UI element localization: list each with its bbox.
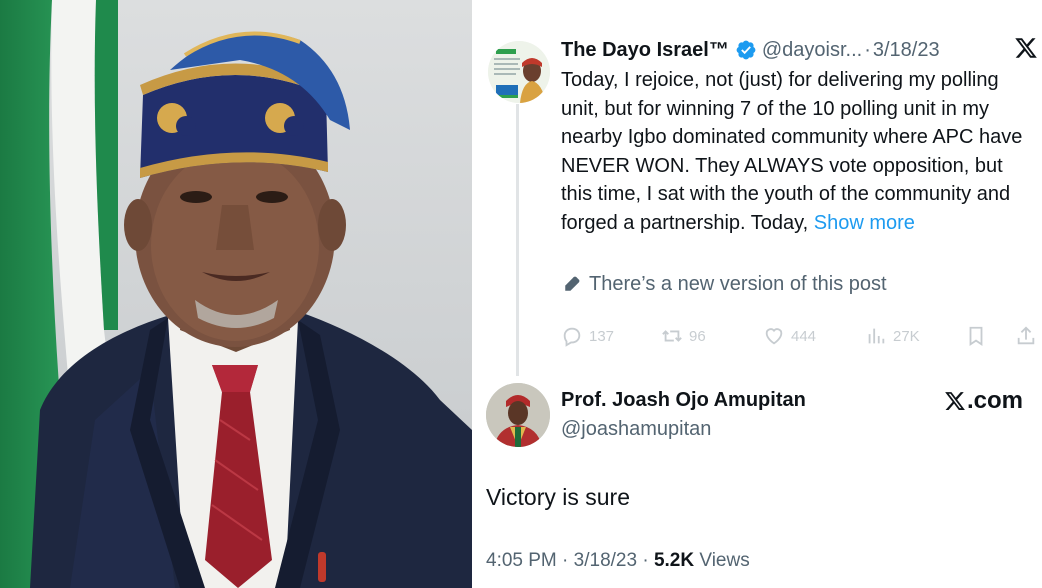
portrait-photo [0, 0, 472, 588]
repost-icon [662, 330, 682, 342]
x-com-brand: .com [944, 386, 1023, 416]
bookmark-button[interactable] [965, 322, 993, 350]
share-icon [1017, 326, 1035, 345]
x-logo-icon [945, 392, 965, 410]
person-figure [30, 31, 472, 588]
profile-avatar-icon [488, 41, 550, 103]
analytics-icon [868, 328, 885, 344]
joash-amupitan-avatar[interactable] [486, 383, 550, 447]
show-more-link[interactable]: Show more [814, 212, 915, 234]
tweet-action-bar: 137 96 444 27K [561, 322, 1041, 350]
thread-connector-line [516, 104, 519, 376]
meta-separator: · [562, 550, 569, 571]
reply-author-handle[interactable]: @joashamupitan [561, 418, 711, 441]
reply-icon [563, 327, 581, 347]
reply-text: Victory is sure [486, 484, 631, 510]
repost-button[interactable]: 96 [661, 322, 706, 350]
dayo-israel-avatar[interactable] [488, 41, 550, 103]
tweet-panel: The Dayo Israel™ @dayoisr... · 3/18/23 T… [472, 0, 1042, 588]
meta-separator: · [642, 550, 649, 571]
heart-icon [765, 328, 783, 345]
like-button[interactable]: 444 [763, 322, 816, 350]
reply-views-label: Views [699, 550, 750, 571]
new-version-text: There’s a new version of this post [589, 272, 887, 295]
pencil-icon [565, 276, 580, 291]
repost-count: 96 [689, 327, 706, 345]
author-handle[interactable]: @dayoisr... [762, 39, 862, 62]
tweet-text: Today, I rejoice, not (just) for deliver… [561, 69, 1023, 234]
verified-badge-icon [736, 40, 756, 60]
x-logo-icon[interactable] [1014, 36, 1038, 60]
author-name[interactable]: The Dayo Israel™ [561, 39, 729, 62]
bookmark-icon [969, 326, 983, 346]
header-separator: · [864, 38, 871, 61]
reply-count: 137 [589, 327, 615, 345]
reply-meta: 4:05 PM · 3/18/23 · 5.2K Views [486, 550, 750, 572]
reply-button[interactable]: 137 [561, 322, 614, 350]
reply-views-count: 5.2K [653, 550, 695, 571]
reply-author-name[interactable]: Prof. Joash Ojo Amupitan [561, 389, 806, 412]
profile-avatar-icon [486, 383, 550, 447]
reply-date[interactable]: 3/18/23 [574, 550, 637, 571]
new-version-notice[interactable]: There’s a new version of this post [563, 270, 887, 298]
x-com-suffix: .com [967, 387, 1024, 414]
reply-time[interactable]: 4:05 PM [486, 550, 557, 571]
share-button[interactable] [1015, 322, 1042, 350]
tweet-header: The Dayo Israel™ @dayoisr... · 3/18/23 [561, 35, 940, 65]
view-count: 27K [893, 327, 920, 345]
views-button[interactable]: 27K [865, 322, 920, 350]
like-count: 444 [791, 327, 817, 345]
tweet-body: Today, I rejoice, not (just) for deliver… [561, 66, 1031, 237]
tweet-date[interactable]: 3/18/23 [873, 39, 940, 62]
